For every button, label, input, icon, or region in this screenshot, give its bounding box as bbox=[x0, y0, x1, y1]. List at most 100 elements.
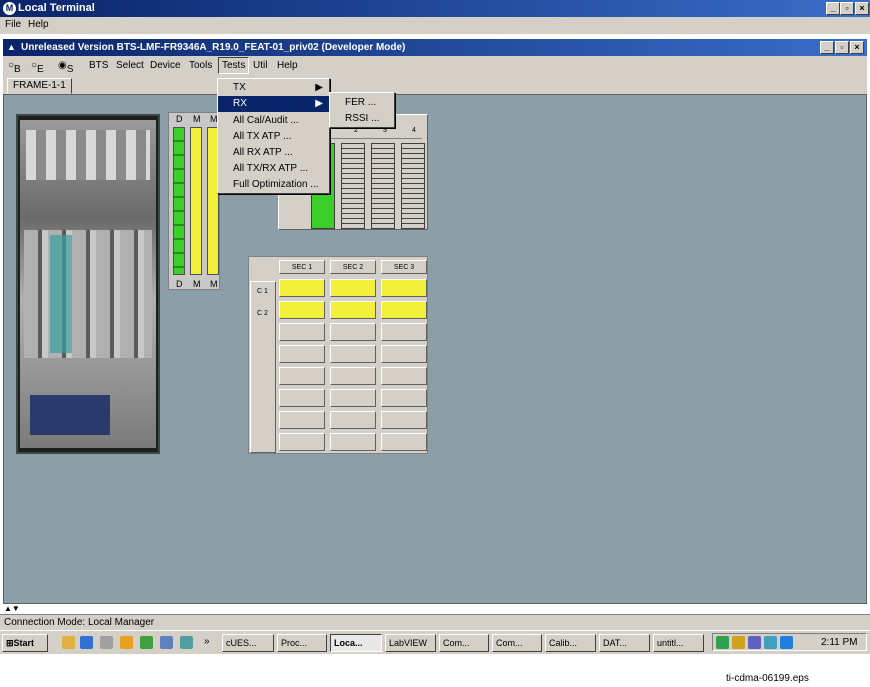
cabinet-cards bbox=[24, 230, 152, 358]
menu-util[interactable]: Util bbox=[253, 60, 267, 71]
rx-submenu: FER ... RSSI ... bbox=[329, 92, 395, 128]
menu-bts[interactable]: BTS bbox=[89, 60, 108, 71]
task-button-proc[interactable]: Proc... bbox=[277, 634, 327, 652]
carrier-cell[interactable] bbox=[330, 389, 376, 407]
start-button[interactable]: ⊞Start bbox=[2, 634, 48, 652]
internet-explorer-icon[interactable] bbox=[80, 636, 93, 649]
sector-card-4[interactable] bbox=[401, 143, 425, 229]
carrier-cell[interactable] bbox=[330, 301, 376, 319]
task-button-com-2[interactable]: Com... bbox=[492, 634, 542, 652]
menu-item-all-cal-audit[interactable]: All Cal/Audit ... bbox=[218, 113, 329, 129]
sector-header-4: 4 bbox=[412, 127, 416, 134]
menu-item-all-tx-rx-atp[interactable]: All TX/RX ATP ... bbox=[218, 161, 329, 177]
carrier-cell[interactable] bbox=[381, 279, 427, 297]
footer-filename: ti-cdma-06199.eps bbox=[726, 673, 809, 684]
tray-icon-3[interactable] bbox=[748, 636, 761, 649]
menu-item-all-tx-atp[interactable]: All TX ATP ... bbox=[218, 129, 329, 145]
tab-frame-1-1[interactable]: FRAME-1-1 bbox=[7, 78, 72, 94]
carrier-cell[interactable] bbox=[381, 345, 427, 363]
tray-icon-1[interactable] bbox=[716, 636, 729, 649]
inner-menubar: ○ B ○ E ◉ S BTS Select Device Tools Test… bbox=[3, 56, 867, 75]
task-button-cues[interactable]: cUES... bbox=[222, 634, 274, 652]
close-button[interactable]: × bbox=[855, 2, 869, 15]
tests-dropdown-menu: TX ▶ RX ▶ All Cal/Audit ... All TX ATP ...… bbox=[217, 78, 330, 194]
carrier-cell[interactable] bbox=[330, 367, 376, 385]
menu-help[interactable]: Help bbox=[28, 19, 49, 30]
slot-label-d: D bbox=[176, 114, 183, 124]
carrier-cell[interactable] bbox=[381, 433, 427, 451]
carrier-cell[interactable] bbox=[279, 345, 325, 363]
carrier-cell[interactable] bbox=[279, 301, 325, 319]
task-button-dat[interactable]: DAT... bbox=[599, 634, 650, 652]
slot-panel: D M M D M M bbox=[168, 112, 220, 290]
carrier-cell[interactable] bbox=[330, 411, 376, 429]
carrier-cell[interactable] bbox=[381, 301, 427, 319]
inner-maximize-button[interactable]: ▫ bbox=[835, 41, 849, 54]
task-button-local[interactable]: Loca... bbox=[330, 634, 382, 652]
task-button-com-1[interactable]: Com... bbox=[439, 634, 489, 652]
task-button-untitled[interactable]: untitl... bbox=[653, 634, 704, 652]
carrier-cell[interactable] bbox=[279, 323, 325, 341]
slot-m1-card[interactable] bbox=[190, 127, 202, 275]
status-bar: Connection Mode: Local Manager bbox=[0, 614, 870, 630]
radio-b[interactable]: ○ B bbox=[8, 60, 21, 75]
menu-tools[interactable]: Tools bbox=[189, 60, 212, 71]
tray-icon-5[interactable] bbox=[780, 636, 793, 649]
carrier-cell[interactable] bbox=[279, 367, 325, 385]
outlook-icon[interactable] bbox=[120, 636, 133, 649]
menu-item-full-optimization[interactable]: Full Optimization ... bbox=[218, 177, 329, 193]
task-button-calib[interactable]: Calib... bbox=[545, 634, 596, 652]
inner-minimize-button[interactable]: _ bbox=[820, 41, 834, 54]
tray-icon-4[interactable] bbox=[764, 636, 777, 649]
network-icon[interactable] bbox=[140, 636, 153, 649]
clock: 2:11 PM bbox=[821, 637, 858, 648]
menu-item-rx[interactable]: RX ▶ bbox=[218, 96, 329, 112]
col-header-sec1: SEC 1 bbox=[279, 260, 325, 274]
menu-help-inner[interactable]: Help bbox=[277, 60, 298, 71]
radio-e[interactable]: ○ E bbox=[31, 60, 44, 75]
carrier-cell[interactable] bbox=[279, 433, 325, 451]
search-icon[interactable] bbox=[160, 636, 173, 649]
carrier-cell[interactable] bbox=[279, 411, 325, 429]
menu-select[interactable]: Select bbox=[116, 60, 144, 71]
minimize-button[interactable]: _ bbox=[826, 2, 840, 15]
slot-d-card[interactable] bbox=[173, 127, 185, 275]
cabinet-power-module bbox=[30, 395, 110, 435]
maximize-button[interactable]: ▫ bbox=[840, 2, 854, 15]
menu-tests[interactable]: Tests bbox=[218, 57, 250, 74]
carrier-cell[interactable] bbox=[279, 389, 325, 407]
menu-item-rssi[interactable]: RSSI ... bbox=[330, 111, 394, 127]
show-desktop-icon[interactable] bbox=[62, 636, 75, 649]
inner-close-button[interactable]: × bbox=[850, 41, 864, 54]
quick-launch-icon[interactable] bbox=[100, 636, 113, 649]
sector-header-2: 2 bbox=[354, 127, 358, 134]
app-icon[interactable] bbox=[180, 636, 193, 649]
inner-window-title: Unreleased Version BTS-LMF-FR9346A_R19.0… bbox=[21, 42, 406, 53]
carrier-grid: C 1 C 2 SEC 1 SEC 2 SEC 3 bbox=[248, 256, 428, 454]
slot-bottom-label-d: D bbox=[176, 279, 183, 289]
sector-card-2[interactable] bbox=[341, 143, 365, 229]
carrier-cell[interactable] bbox=[330, 323, 376, 341]
menu-device[interactable]: Device bbox=[150, 60, 181, 71]
app-title: Local Terminal bbox=[18, 2, 95, 14]
tray-icon-2[interactable] bbox=[732, 636, 745, 649]
col-header-sec3: SEC 3 bbox=[381, 260, 427, 274]
menu-item-all-rx-atp[interactable]: All RX ATP ... bbox=[218, 145, 329, 161]
carrier-cell[interactable] bbox=[330, 279, 376, 297]
sector-card-3[interactable] bbox=[371, 143, 395, 229]
carrier-cell[interactable] bbox=[279, 279, 325, 297]
menu-item-fer[interactable]: FER ... bbox=[330, 95, 394, 111]
carrier-cell[interactable] bbox=[381, 389, 427, 407]
menu-file[interactable]: File bbox=[5, 19, 21, 30]
splitter-arrows-icon[interactable]: ▲▼ bbox=[4, 604, 20, 613]
carrier-cell[interactable] bbox=[381, 367, 427, 385]
carrier-cell[interactable] bbox=[330, 433, 376, 451]
task-button-labview[interactable]: LabVIEW bbox=[385, 634, 436, 652]
carrier-cell[interactable] bbox=[381, 323, 427, 341]
more-icon[interactable]: » bbox=[204, 636, 210, 647]
menu-item-tx[interactable]: TX ▶ bbox=[218, 80, 329, 96]
carrier-cell[interactable] bbox=[381, 411, 427, 429]
radio-s[interactable]: ◉ S bbox=[58, 60, 73, 75]
carrier-cell[interactable] bbox=[330, 345, 376, 363]
lmf-icon: ▲ bbox=[7, 42, 16, 52]
